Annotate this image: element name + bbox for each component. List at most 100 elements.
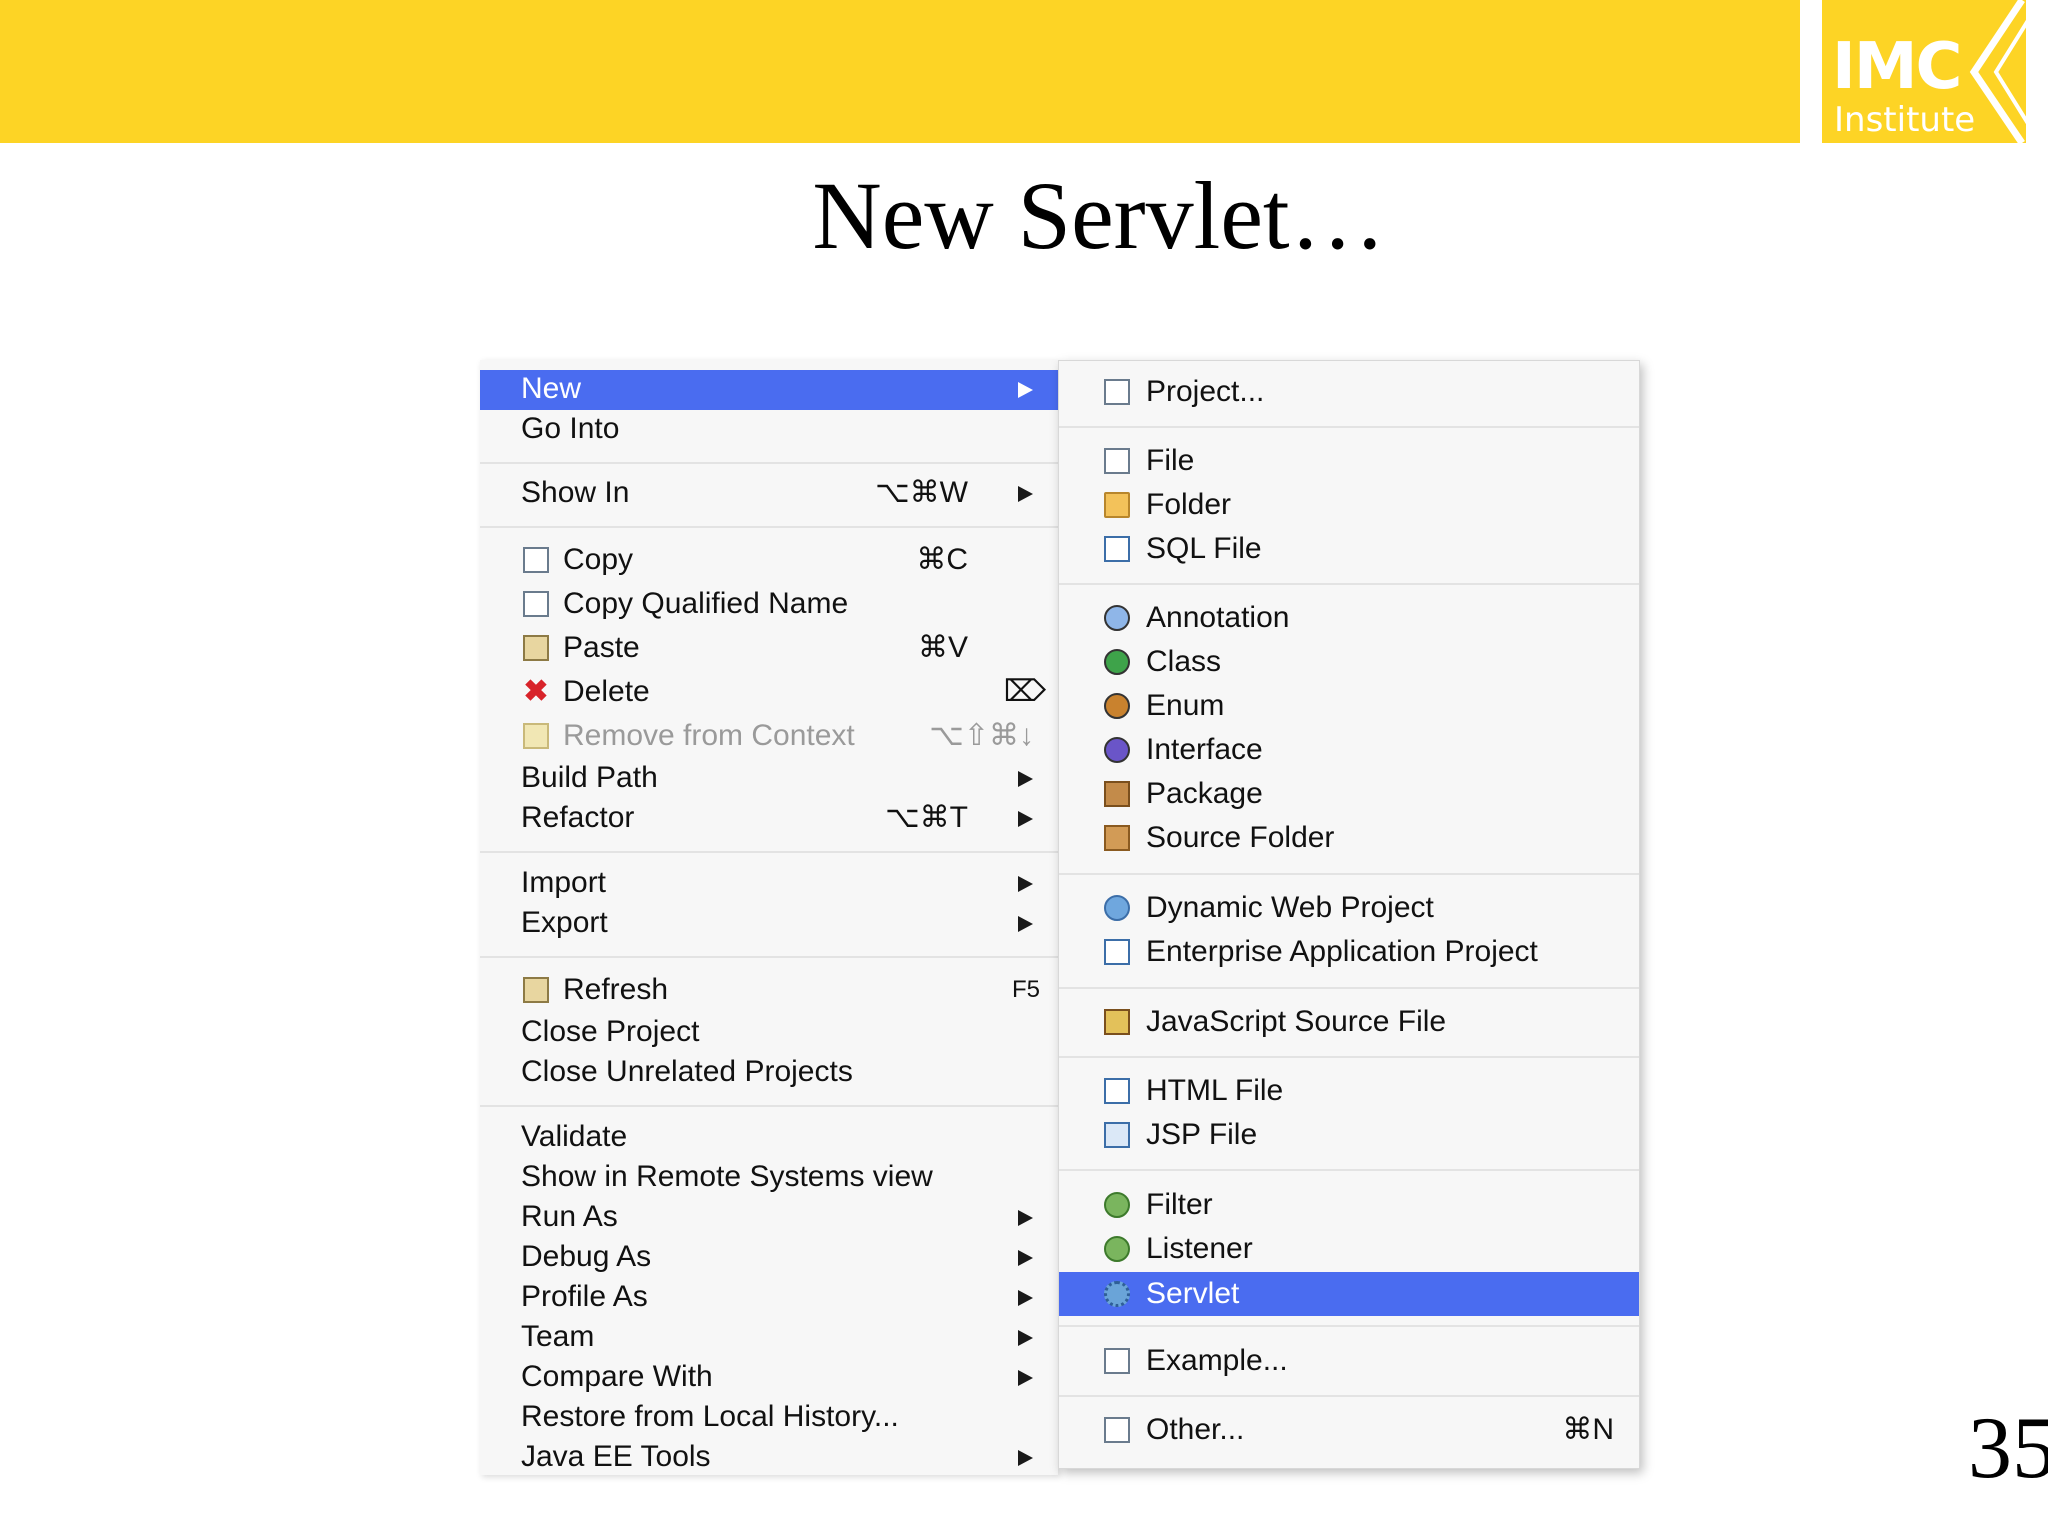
menu-item-label: Package [1146, 777, 1263, 810]
submenu-item-source-folder[interactable]: Source Folder [1059, 819, 1639, 857]
copy-qualified-name-icon [523, 591, 549, 617]
logo-chevron-icon [1969, 0, 2026, 143]
slide-title: New Servlet… [812, 162, 1386, 269]
folder-icon [1104, 492, 1130, 518]
submenu-item-html-file[interactable]: HTML File [1059, 1072, 1639, 1110]
refresh-icon [523, 977, 549, 1003]
submenu-item-enum[interactable]: Enum [1059, 687, 1639, 725]
menu-separator [1059, 583, 1639, 585]
submenu-arrow-icon [1018, 1250, 1033, 1266]
menu-item-copy-qualified-name[interactable]: Copy Qualified Name [480, 585, 1058, 623]
menu-separator [1059, 1395, 1639, 1397]
menu-item-label: Enum [1146, 689, 1225, 722]
submenu-item-filter[interactable]: Filter [1059, 1186, 1639, 1224]
menu-item-compare-with[interactable]: Compare With [480, 1358, 1058, 1396]
menu-item-label: Build Path [521, 761, 658, 794]
menu-item-label: Refactor [521, 801, 635, 834]
submenu-item-jsp-file[interactable]: JSP File [1059, 1116, 1639, 1154]
menu-item-label: JSP File [1146, 1118, 1258, 1151]
submenu-arrow-icon [1018, 916, 1033, 932]
menu-item-restore-from-local-history[interactable]: Restore from Local History... [480, 1398, 1058, 1436]
menu-item-label: Servlet [1146, 1277, 1240, 1310]
menu-item-close-unrelated-projects[interactable]: Close Unrelated Projects [480, 1053, 1058, 1091]
annotation-icon [1104, 605, 1130, 631]
menu-item-label: Refresh [563, 973, 669, 1006]
menu-item-paste[interactable]: Paste ⌘V [480, 629, 1058, 667]
menu-item-import[interactable]: Import [480, 864, 1058, 902]
submenu-item-annotation[interactable]: Annotation [1059, 599, 1639, 637]
submenu-item-folder[interactable]: Folder [1059, 486, 1639, 524]
submenu-arrow-icon [1018, 876, 1033, 892]
menu-item-label: Restore from Local History... [521, 1400, 899, 1433]
menu-item-run-as[interactable]: Run As [480, 1198, 1058, 1236]
menu-item-validate[interactable]: Validate [480, 1118, 1058, 1156]
delete-icon: ✖ [523, 675, 549, 708]
menu-separator [1059, 873, 1639, 875]
menu-item-label: JavaScript Source File [1146, 1005, 1447, 1038]
sql-file-icon [1104, 536, 1130, 562]
menu-item-go-into[interactable]: Go Into [480, 410, 1058, 448]
menu-item-profile-as[interactable]: Profile As [480, 1278, 1058, 1316]
menu-item-label: Show In [521, 476, 630, 509]
menu-item-label: Copy [563, 543, 634, 576]
menu-item-show-in[interactable]: Show In ⌥⌘W [480, 474, 1058, 512]
submenu-item-servlet[interactable]: Servlet [1059, 1272, 1639, 1316]
submenu-item-javascript-source-file[interactable]: JavaScript Source File [1059, 1003, 1639, 1041]
submenu-arrow-icon [1018, 1370, 1033, 1386]
submenu-item-file[interactable]: File [1059, 442, 1639, 480]
menu-separator [480, 526, 1058, 528]
menu-item-label: HTML File [1146, 1074, 1284, 1107]
submenu-item-interface[interactable]: Interface [1059, 731, 1639, 769]
menu-item-label: SQL File [1146, 532, 1262, 565]
menu-item-label: File [1146, 444, 1195, 477]
menu-item-label: Validate [521, 1120, 628, 1153]
javascript-source-file-icon [1104, 1009, 1130, 1035]
menu-item-export[interactable]: Export [480, 904, 1058, 942]
menu-separator [1059, 1325, 1639, 1327]
menu-item-new[interactable]: New [480, 370, 1058, 410]
menu-item-shortcut: ⌘V [917, 631, 968, 664]
menu-item-close-project[interactable]: Close Project [480, 1013, 1058, 1051]
submenu-arrow-icon [1018, 771, 1033, 787]
imc-institute-logo: IMC Institute [1822, 0, 2026, 143]
menu-item-label: Example... [1146, 1344, 1288, 1377]
listener-icon [1104, 1236, 1130, 1262]
submenu-item-enterprise-application-project[interactable]: Enterprise Application Project [1059, 933, 1639, 971]
menu-item-refactor[interactable]: Refactor ⌥⌘T [480, 799, 1058, 837]
menu-item-team[interactable]: Team [480, 1318, 1058, 1356]
menu-separator [1059, 426, 1639, 428]
submenu-item-dynamic-web-project[interactable]: Dynamic Web Project [1059, 889, 1639, 927]
menu-item-label: Run As [521, 1200, 618, 1233]
submenu-item-example[interactable]: Example... [1059, 1342, 1639, 1380]
submenu-item-sql-file[interactable]: SQL File [1059, 530, 1639, 568]
submenu-item-package[interactable]: Package [1059, 775, 1639, 813]
menu-item-debug-as[interactable]: Debug As [480, 1238, 1058, 1276]
menu-separator [1059, 987, 1639, 989]
menu-item-java-ee-tools[interactable]: Java EE Tools [480, 1438, 1058, 1476]
submenu-item-class[interactable]: Class [1059, 643, 1639, 681]
file-icon [1104, 448, 1130, 474]
menu-separator [1059, 1056, 1639, 1058]
menu-item-label: Copy Qualified Name [563, 587, 849, 620]
filter-icon [1104, 1192, 1130, 1218]
submenu-item-listener[interactable]: Listener [1059, 1230, 1639, 1268]
logo-text-imc: IMC [1832, 30, 1962, 104]
menu-item-shortcut: ⌘C [916, 543, 968, 576]
menu-item-copy[interactable]: Copy ⌘C [480, 541, 1058, 579]
source-folder-icon [1104, 825, 1130, 851]
menu-item-label: Paste [563, 631, 640, 664]
menu-item-label: Show in Remote Systems view [521, 1160, 933, 1193]
paste-icon [523, 635, 549, 661]
menu-item-label: Debug As [521, 1240, 652, 1273]
class-icon [1104, 649, 1130, 675]
menu-item-label: Java EE Tools [521, 1440, 711, 1473]
menu-item-delete[interactable]: ✖ Delete ⌦ [480, 673, 1058, 711]
menu-item-show-in-remote-systems-view[interactable]: Show in Remote Systems view [480, 1158, 1058, 1196]
remove-context-icon [523, 723, 549, 749]
submenu-item-project[interactable]: Project... [1059, 373, 1639, 411]
submenu-arrow-icon [1018, 1330, 1033, 1346]
menu-item-build-path[interactable]: Build Path [480, 759, 1058, 797]
menu-item-refresh[interactable]: Refresh F5 [480, 971, 1058, 1009]
enterprise-application-project-icon [1104, 939, 1130, 965]
submenu-item-other[interactable]: Other... ⌘N [1059, 1411, 1639, 1449]
